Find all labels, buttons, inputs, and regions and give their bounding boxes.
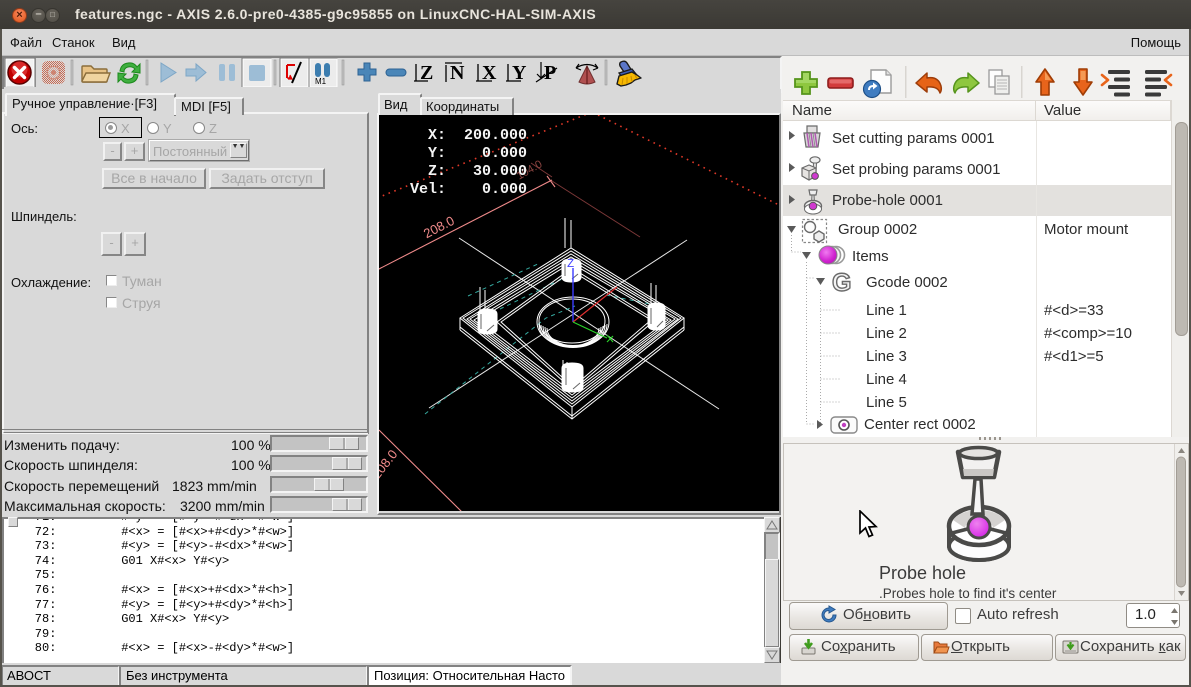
svg-text:208.0: 208.0 — [421, 213, 457, 241]
svg-text:Z: Z — [567, 257, 574, 271]
svg-text:M1: M1 — [315, 77, 327, 86]
svg-text:208.0: 208.0 — [379, 447, 400, 482]
svg-text:X: 200.000: X: 200.000 — [410, 127, 527, 144]
svg-text:N: N — [450, 62, 465, 84]
svg-text:G: G — [832, 269, 851, 297]
svg-text:Vel: 0.000: Vel: 0.000 — [410, 181, 527, 198]
svg-text:Y: 0.000: Y: 0.000 — [410, 145, 527, 162]
svg-text:Z: 30.000: Z: 30.000 — [410, 163, 527, 180]
